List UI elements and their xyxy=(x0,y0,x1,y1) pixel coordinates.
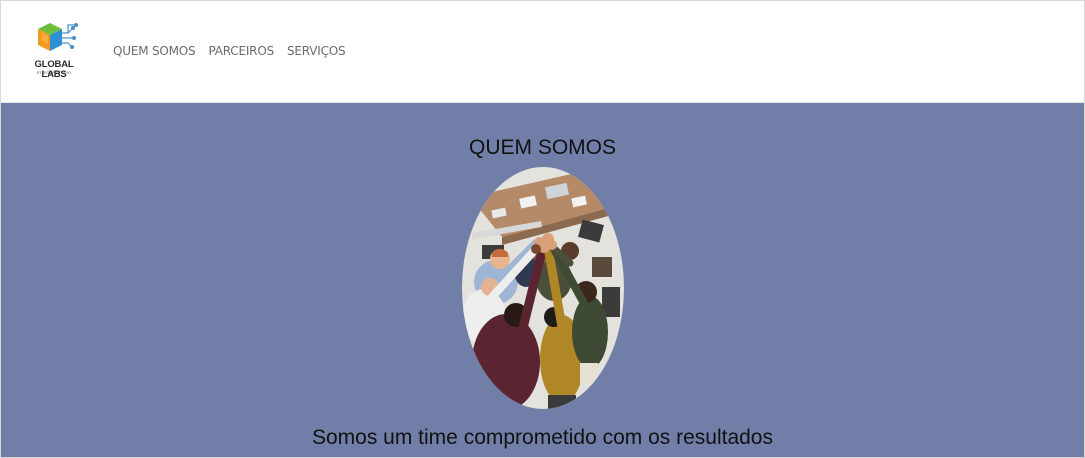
nav-link-quem-somos[interactable]: QUEM SOMOS xyxy=(113,44,196,58)
brand-subtitle: STARTUP STUDIO xyxy=(36,71,72,75)
nav-link-parceiros[interactable]: PARCEIROS xyxy=(208,44,274,58)
team-photo xyxy=(462,167,624,409)
about-section: QUEM SOMOS Somos um time comprometido co… xyxy=(1,103,1084,457)
page: GLOBAL LABS STARTUP STUDIO QUEM SOMOS PA… xyxy=(0,0,1085,458)
brand-name: GLOBAL LABS xyxy=(34,59,74,80)
navbar: GLOBAL LABS STARTUP STUDIO QUEM SOMOS PA… xyxy=(1,1,1084,103)
cube-circuit-logo-icon xyxy=(38,23,78,51)
main-nav: QUEM SOMOS PARCEIROS SERVIÇOS xyxy=(113,44,346,58)
brand-logo[interactable]: GLOBAL LABS STARTUP STUDIO xyxy=(22,19,86,80)
section-tagline: Somos um time comprometido com os result… xyxy=(311,426,773,449)
nav-link-servicos[interactable]: SERVIÇOS xyxy=(287,44,346,58)
team-high-five-photo-icon xyxy=(462,167,624,409)
section-title: QUEM SOMOS xyxy=(468,136,616,159)
